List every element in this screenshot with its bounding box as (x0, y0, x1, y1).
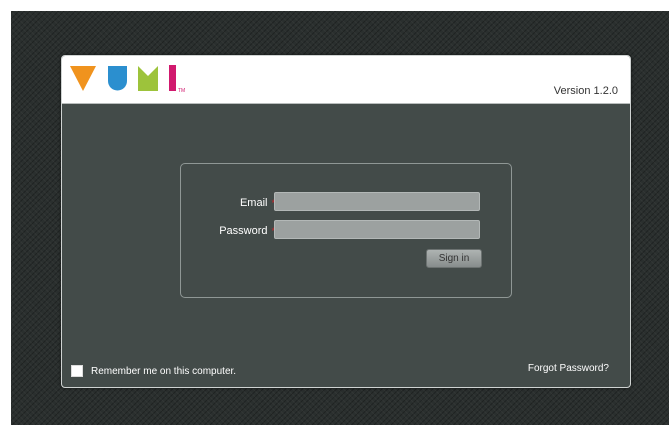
remember-checkbox[interactable] (71, 365, 83, 377)
password-label: Password* (219, 225, 275, 237)
password-label-text: Password (219, 225, 268, 237)
logo-i-shape (169, 65, 176, 91)
vumi-logo: TM (70, 65, 185, 94)
header-bar: TM Version 1.2.0 (62, 56, 630, 104)
email-field[interactable] (274, 192, 480, 211)
logo-u-shape (108, 66, 127, 91)
logo-v-shape (70, 66, 96, 91)
login-panel: TM Version 1.2.0 Email* Password* Sign i… (61, 55, 631, 388)
login-form: Email* Password* Sign in (180, 163, 512, 298)
email-label-text: Email (239, 197, 268, 209)
version-label: Version 1.2.0 (553, 85, 618, 97)
sign-in-button[interactable]: Sign in (426, 249, 482, 268)
email-label: Email* (240, 197, 275, 209)
forgot-password-link[interactable]: Forgot Password? (528, 363, 609, 374)
password-field[interactable] (274, 220, 480, 239)
remember-label: Remember me on this computer. (91, 365, 237, 377)
logo-trademark: TM (178, 88, 185, 94)
remember-me[interactable]: Remember me on this computer. (71, 364, 236, 378)
logo-m-shape (138, 66, 158, 91)
